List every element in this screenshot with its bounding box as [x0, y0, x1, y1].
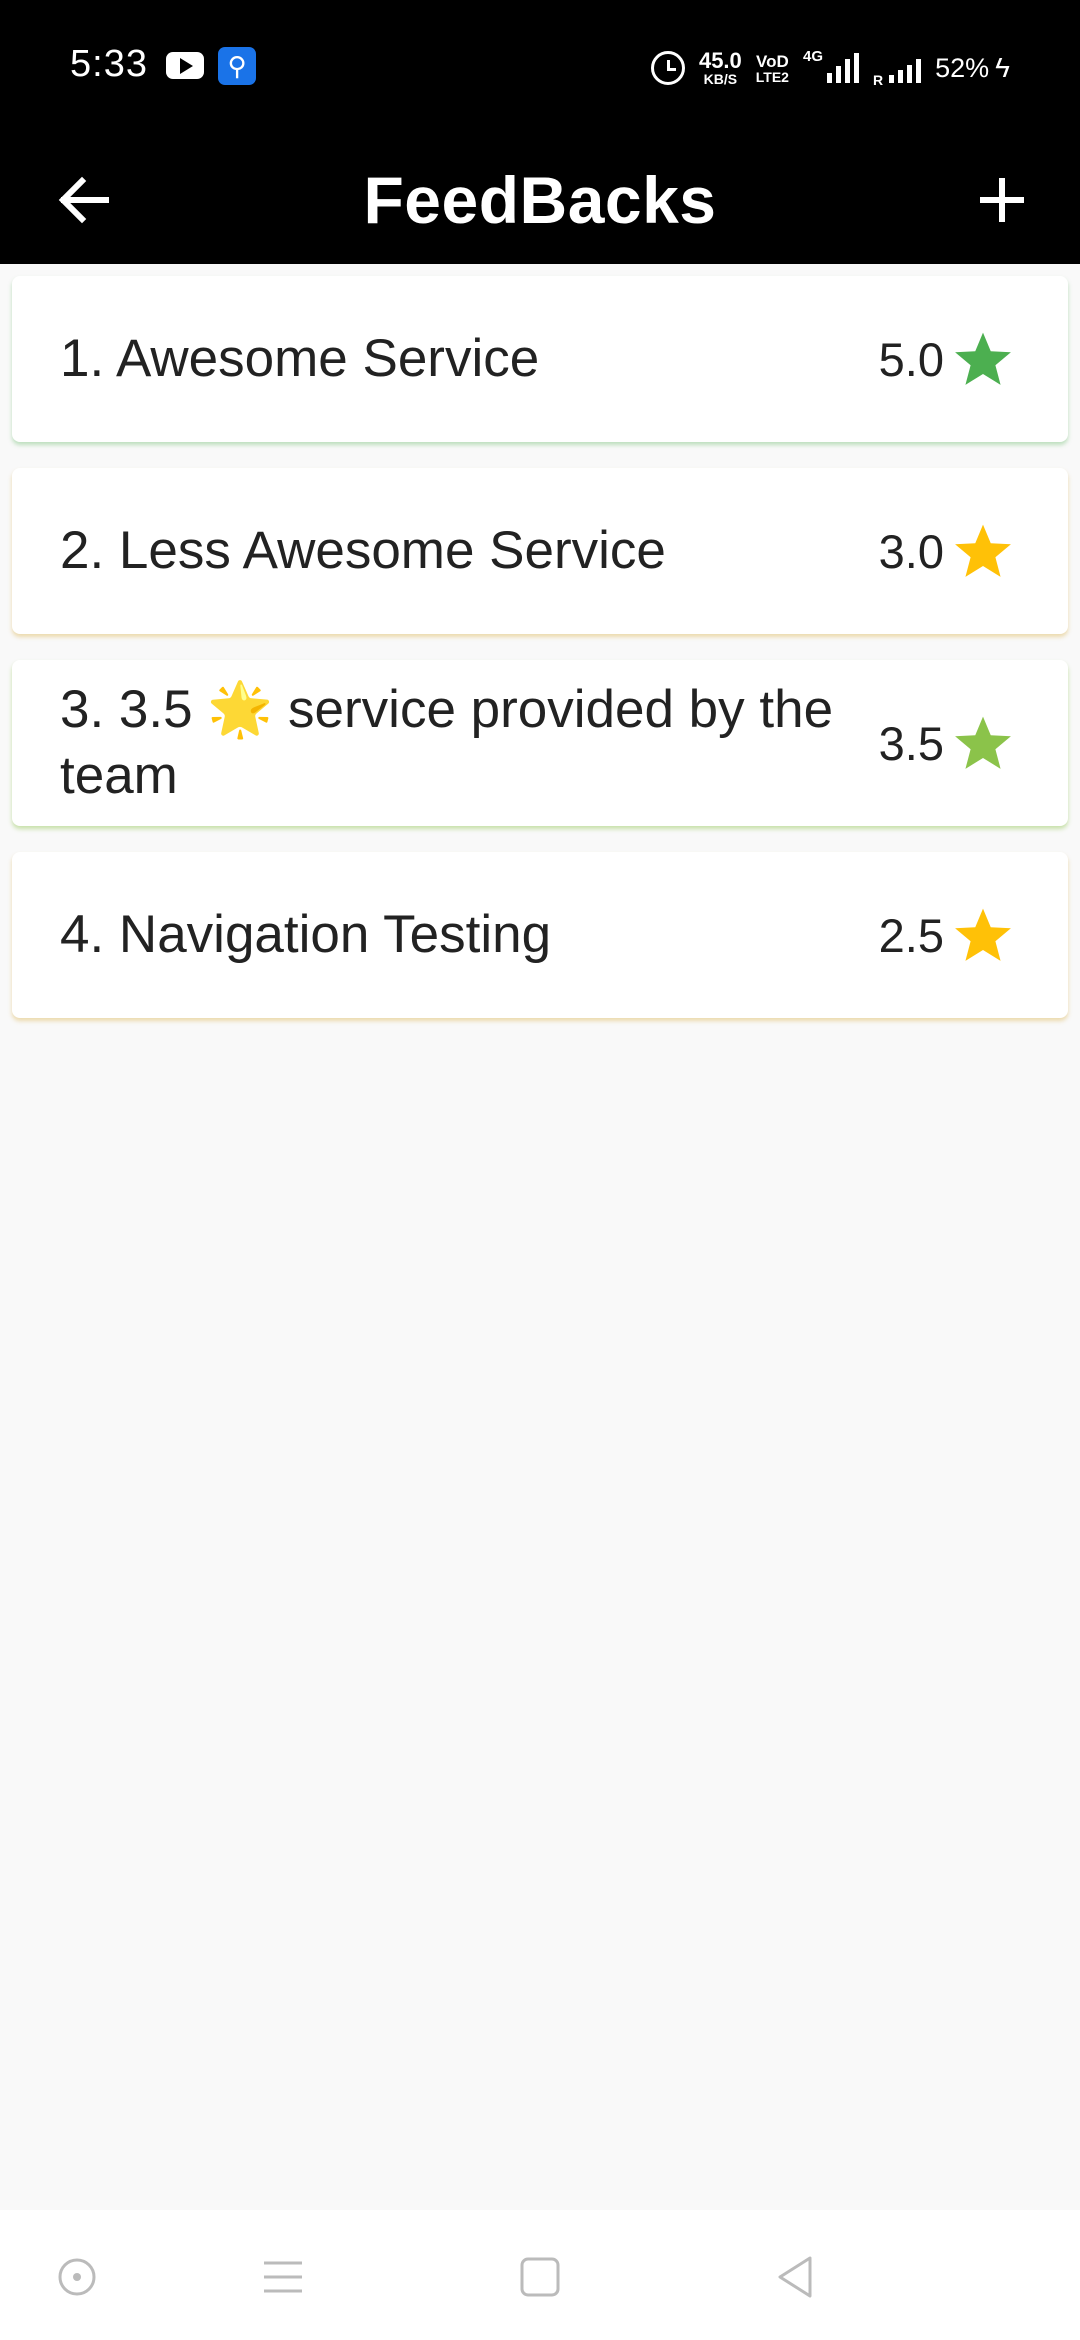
feedback-score: 3.5 — [878, 716, 944, 770]
feedback-card[interactable]: 1. Awesome Service 5.0 — [12, 276, 1068, 442]
star-shape — [955, 524, 1011, 577]
back-triangle-icon[interactable] — [770, 2252, 820, 2302]
alarm-icon — [650, 51, 685, 85]
signal-strength-2-icon — [889, 53, 922, 83]
volte-bottom: LTE2 — [755, 68, 789, 85]
star-shape — [955, 908, 1011, 961]
feedback-score: 2.5 — [878, 908, 944, 962]
network-speed-unit: KB/S — [703, 71, 738, 87]
feedback-title: 2. Less Awesome Service — [60, 521, 666, 580]
feedback-title: 3. 3.5 🌟 service provided by the team — [60, 680, 834, 805]
status-bar: 5:33 ⚲ 45.0 KB/S VoD LTE2 4G R 52% ϟ — [0, 0, 1080, 132]
square-icon[interactable] — [515, 2252, 565, 2302]
network-speed: 45.0 KB/S — [698, 48, 742, 87]
feedback-rating: 3.5 — [879, 712, 1014, 774]
roaming-indicator: R — [873, 72, 884, 88]
volte-top: VoD — [756, 51, 789, 71]
battery-level: 52% — [935, 52, 990, 83]
feedback-rating: 2.5 — [879, 904, 1014, 966]
signal-strength-icon — [827, 53, 859, 83]
star-icon — [955, 716, 1011, 769]
youtube-notification-icon — [166, 52, 204, 79]
charging-icon: ϟ — [995, 52, 1010, 83]
feedback-title: 4. Navigation Testing — [60, 905, 552, 964]
feedback-score: 3.0 — [878, 524, 944, 578]
star-icon — [955, 332, 1011, 385]
network-speed-value: 45.0 — [698, 48, 742, 73]
feedback-card[interactable]: 3. 3.5 🌟 service provided by the team 3.… — [12, 660, 1068, 826]
circle-dot-icon[interactable] — [52, 2252, 102, 2302]
page-title: FeedBacks — [363, 163, 717, 237]
volte-indicator: VoD LTE2 — [756, 53, 789, 84]
feedback-card[interactable]: 2. Less Awesome Service 3.0 — [12, 468, 1068, 634]
plus-icon[interactable] — [970, 168, 1034, 232]
feedback-rating: 5.0 — [879, 328, 1014, 390]
star-shape — [955, 332, 1011, 385]
phone-screen: 5:33 ⚲ 45.0 KB/S VoD LTE2 4G R 52% ϟ Fee… — [0, 0, 1080, 2340]
menu-icon[interactable] — [258, 2252, 308, 2302]
network-type: 4G — [802, 48, 823, 65]
status-time: 5:33 — [70, 43, 148, 85]
app-bar: FeedBacks — [0, 132, 1080, 264]
feedback-list: 1. Awesome Service 5.0 2. Less Awesome S… — [12, 276, 1068, 1044]
star-icon — [955, 908, 1011, 961]
feedback-rating: 3.0 — [879, 520, 1014, 582]
star-shape — [955, 716, 1011, 769]
status-indicators: 45.0 KB/S VoD LTE2 4G R 52% ϟ — [650, 46, 1010, 90]
system-nav-bar — [0, 2210, 1080, 2340]
feedback-title: 1. Awesome Service — [60, 329, 540, 388]
usb-debug-icon: ⚲ — [218, 47, 256, 85]
feedback-card[interactable]: 4. Navigation Testing 2.5 — [12, 852, 1068, 1018]
feedback-score: 5.0 — [878, 332, 944, 386]
star-icon — [955, 524, 1011, 577]
